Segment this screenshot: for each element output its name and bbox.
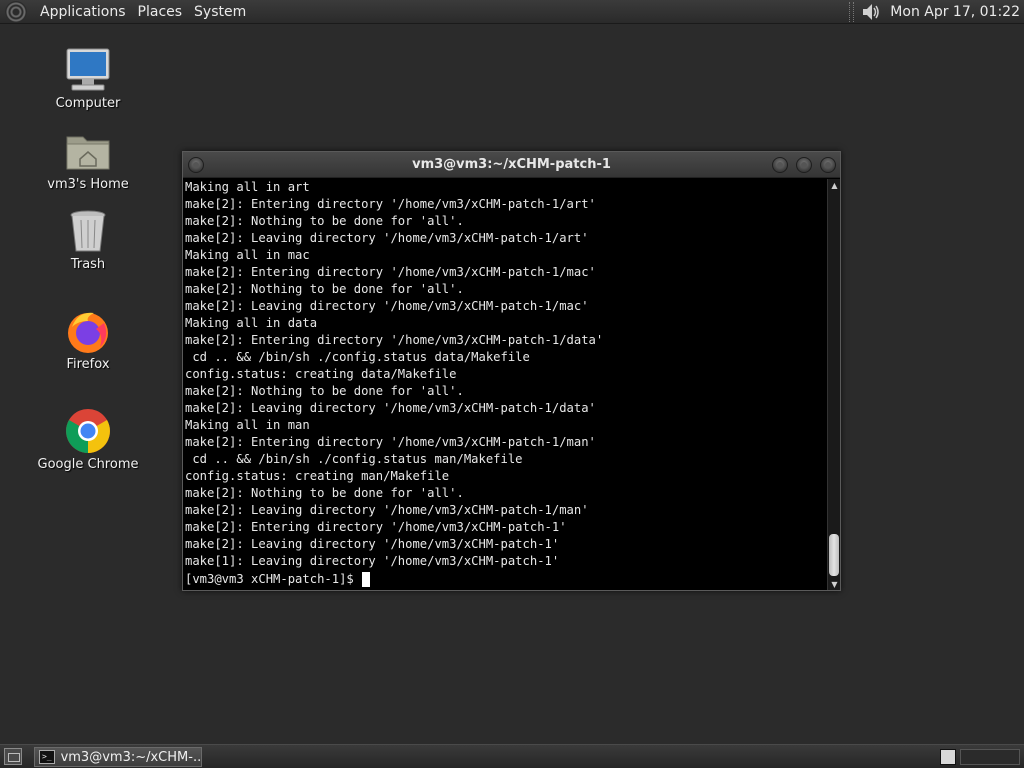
- menu-places[interactable]: Places: [132, 0, 189, 24]
- firefox-icon: [68, 312, 108, 353]
- terminal-line: Making all in man: [185, 418, 310, 432]
- terminal-line: Making all in mac: [185, 248, 310, 262]
- terminal-line: make[2]: Leaving directory '/home/vm3/xC…: [185, 231, 589, 245]
- terminal-line: config.status: creating data/Makefile: [185, 367, 457, 381]
- desktop-icon-firefox[interactable]: Firefox: [33, 307, 143, 372]
- desktop-icon-label: vm3's Home: [47, 177, 129, 192]
- terminal-line: make[2]: Entering directory '/home/vm3/x…: [185, 197, 596, 211]
- clock[interactable]: Mon Apr 17, 01:22: [890, 4, 1024, 20]
- workspace-1-button[interactable]: [940, 749, 956, 765]
- terminal-line: make[2]: Nothing to be done for 'all'.: [185, 214, 464, 228]
- trash-icon: [70, 210, 106, 252]
- title-bar[interactable]: vm3@vm3:~/xCHM-patch-1: [183, 152, 840, 178]
- terminal-line: cd .. && /bin/sh ./config.status man/Mak…: [185, 452, 523, 466]
- desktop-icon-computer[interactable]: Computer: [33, 46, 143, 111]
- volume-icon[interactable]: [860, 1, 882, 23]
- terminal-line: config.status: creating man/Makefile: [185, 469, 450, 483]
- terminal-line: make[2]: Entering directory '/home/vm3/x…: [185, 520, 567, 534]
- terminal-line: make[2]: Nothing to be done for 'all'.: [185, 384, 464, 398]
- terminal-window[interactable]: vm3@vm3:~/xCHM-patch-1 Making all in art…: [182, 151, 841, 591]
- terminal-line: Making all in art: [185, 180, 310, 194]
- menu-system[interactable]: System: [188, 0, 252, 24]
- shell-prompt: [vm3@vm3 xCHM-patch-1]$: [185, 572, 354, 586]
- prompt-line[interactable]: [vm3@vm3 xCHM-patch-1]$: [185, 571, 827, 588]
- os-logo-icon[interactable]: [5, 0, 27, 23]
- close-button[interactable]: [820, 157, 836, 173]
- taskbar-item-label: vm3@vm3:~/xCHM-...: [60, 749, 201, 765]
- desktop-icon-label: Computer: [55, 96, 121, 111]
- desktop-icon-label: Google Chrome: [37, 457, 139, 472]
- scroll-up-arrow-icon[interactable]: ▲: [828, 179, 841, 191]
- desktop-icon-label: Trash: [70, 257, 106, 272]
- maximize-button[interactable]: [796, 157, 812, 173]
- terminal-icon: >_: [39, 750, 55, 764]
- scroll-down-arrow-icon[interactable]: ▼: [828, 578, 841, 590]
- terminal-line: Making all in data: [185, 316, 318, 330]
- terminal-line: make[2]: Leaving directory '/home/vm3/xC…: [185, 503, 589, 517]
- show-desktop-icon[interactable]: [4, 748, 22, 765]
- terminal-line: make[2]: Entering directory '/home/vm3/x…: [185, 435, 596, 449]
- desktop-icon-trash[interactable]: Trash: [33, 207, 143, 272]
- chrome-icon: [66, 409, 110, 453]
- minimize-button[interactable]: [772, 157, 788, 173]
- home-folder-icon: [66, 136, 110, 170]
- desktop-icon-chrome[interactable]: Google Chrome: [33, 407, 143, 472]
- panel-tray: Mon Apr 17, 01:22: [849, 0, 1024, 24]
- terminal-output[interactable]: Making all in art make[2]: Entering direc…: [183, 179, 827, 590]
- menu-applications[interactable]: Applications: [34, 0, 132, 24]
- terminal-line: make[2]: Nothing to be done for 'all'.: [185, 486, 464, 500]
- workspace-2-button[interactable]: [960, 749, 1020, 765]
- bottom-panel: >_ vm3@vm3:~/xCHM-...: [0, 744, 1024, 768]
- window-title: vm3@vm3:~/xCHM-patch-1: [412, 157, 611, 172]
- scroll-thumb[interactable]: [829, 534, 839, 576]
- terminal-line: make[1]: Leaving directory '/home/vm3/xC…: [185, 554, 560, 568]
- terminal-line: make[2]: Leaving directory '/home/vm3/xC…: [185, 537, 560, 551]
- desktop-icon-label: Firefox: [66, 357, 110, 372]
- top-panel: Applications Places System Mon Apr 17, 0…: [0, 0, 1024, 24]
- terminal-line: make[2]: Entering directory '/home/vm3/x…: [185, 333, 604, 347]
- desktop-icon-home[interactable]: vm3's Home: [33, 127, 143, 192]
- taskbar-item-terminal[interactable]: >_ vm3@vm3:~/xCHM-...: [34, 747, 202, 767]
- text-cursor: [361, 572, 370, 587]
- terminal-line: make[2]: Entering directory '/home/vm3/x…: [185, 265, 596, 279]
- terminal-line: make[2]: Leaving directory '/home/vm3/xC…: [185, 401, 596, 415]
- vertical-scrollbar[interactable]: ▲ ▼: [827, 179, 840, 590]
- computer-icon: [66, 48, 110, 91]
- terminal-line: make[2]: Leaving directory '/home/vm3/xC…: [185, 299, 589, 313]
- terminal-line: cd .. && /bin/sh ./config.status data/Ma…: [185, 350, 530, 364]
- terminal-line: make[2]: Nothing to be done for 'all'.: [185, 282, 464, 296]
- panel-handle[interactable]: [849, 2, 855, 22]
